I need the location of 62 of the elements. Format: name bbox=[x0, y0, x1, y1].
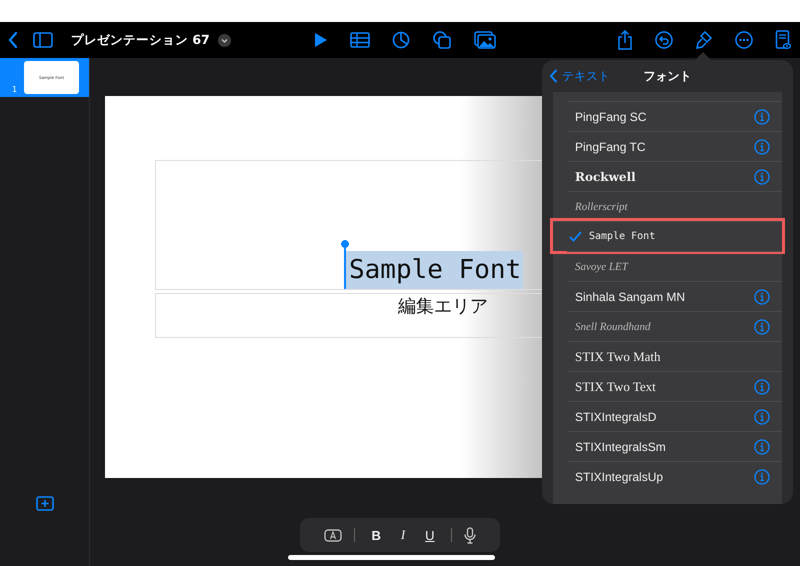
table-icon[interactable] bbox=[350, 32, 370, 48]
font-name: STIX Two Text bbox=[575, 378, 657, 394]
font-name: STIXIntegralsD bbox=[575, 410, 658, 424]
font-name: PingFang SC bbox=[575, 110, 648, 124]
text-style-icon[interactable] bbox=[324, 528, 342, 542]
font-name: Sample Font bbox=[589, 231, 656, 242]
font-row[interactable]: Rollerscript bbox=[567, 191, 782, 221]
body-text: 編集エリア bbox=[398, 296, 488, 317]
more-icon[interactable] bbox=[735, 31, 753, 49]
font-name: Rollerscript bbox=[575, 200, 629, 212]
info-icon[interactable] bbox=[754, 438, 770, 454]
back-icon[interactable] bbox=[7, 31, 19, 49]
font-row[interactable]: Snell Roundhand bbox=[567, 311, 782, 341]
font-name: STIX Two Math bbox=[575, 348, 662, 364]
font-name: Snell Roundhand bbox=[575, 320, 652, 332]
info-icon[interactable] bbox=[754, 138, 770, 154]
info-icon[interactable] bbox=[754, 108, 770, 124]
sidebar-icon[interactable] bbox=[33, 32, 53, 48]
popover-title: フォント bbox=[644, 68, 692, 84]
microphone-icon[interactable] bbox=[464, 526, 476, 544]
font-row[interactable]: Sample Font bbox=[553, 221, 782, 251]
font-name: Rockwell bbox=[575, 170, 637, 184]
checkmark-icon bbox=[569, 231, 582, 242]
info-icon[interactable] bbox=[754, 288, 770, 304]
font-row[interactable]: STIX Two Math bbox=[567, 341, 782, 371]
chevron-icon[interactable] bbox=[218, 34, 231, 46]
font-row[interactable]: PingFang SC bbox=[567, 101, 782, 131]
info-icon[interactable] bbox=[754, 168, 770, 184]
font-row[interactable]: STIXIntegralsD bbox=[567, 401, 782, 431]
font-name: Sinhala Sangam MN bbox=[575, 290, 686, 304]
font-row[interactable]: STIX Two Text bbox=[567, 371, 782, 401]
shapes-icon[interactable] bbox=[432, 30, 452, 50]
font-name: STIXIntegralsSm bbox=[575, 440, 667, 454]
info-icon[interactable] bbox=[754, 378, 770, 394]
chart-icon[interactable] bbox=[392, 31, 410, 49]
font-row[interactable]: Sinhala Sangam MN bbox=[567, 281, 782, 311]
font-row[interactable]: Rockwell bbox=[567, 161, 782, 191]
paintbrush-icon[interactable] bbox=[695, 30, 713, 50]
undo-icon[interactable] bbox=[655, 31, 673, 49]
font-row[interactable]: STIXIntegralsUp bbox=[567, 461, 782, 491]
italic-button[interactable]: I bbox=[396, 527, 410, 543]
underline-button[interactable]: U bbox=[421, 528, 439, 542]
font-row[interactable]: Savoye LET bbox=[567, 251, 782, 281]
info-icon[interactable] bbox=[754, 408, 770, 424]
font-name: STIXIntegralsUp bbox=[575, 470, 664, 484]
font-row[interactable]: PingFang TC bbox=[567, 131, 782, 161]
font-name: PingFang TC bbox=[575, 140, 646, 154]
slide-number: 1 bbox=[12, 85, 18, 94]
info-icon[interactable] bbox=[754, 468, 770, 484]
share-icon[interactable] bbox=[617, 30, 633, 50]
document-view-icon[interactable] bbox=[775, 30, 791, 50]
font-row[interactable]: STIXIntegralsSm bbox=[567, 431, 782, 461]
info-icon[interactable] bbox=[754, 318, 770, 334]
play-icon[interactable] bbox=[314, 32, 328, 48]
selection-handle[interactable] bbox=[341, 240, 349, 289]
font-name: Savoye LET bbox=[575, 260, 630, 272]
add-slide-icon[interactable] bbox=[36, 496, 54, 511]
document-title[interactable]: プレゼンテーション 67 bbox=[71, 32, 210, 48]
back-link[interactable]: テキスト bbox=[549, 68, 610, 84]
media-icon[interactable] bbox=[474, 31, 496, 49]
bold-button[interactable]: B bbox=[367, 528, 385, 542]
back-icon[interactable] bbox=[549, 69, 558, 83]
